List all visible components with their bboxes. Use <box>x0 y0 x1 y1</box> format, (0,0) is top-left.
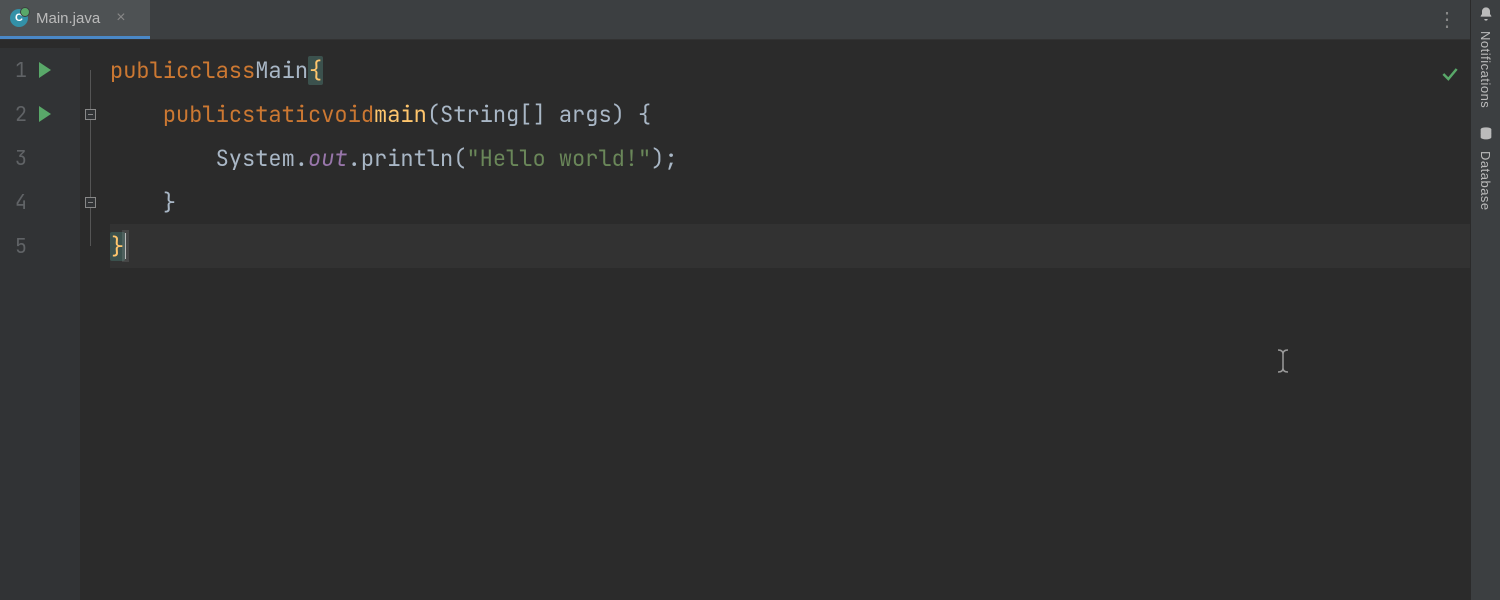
code-line-3[interactable]: System.out.println("Hello world!"); <box>110 136 1470 180</box>
database-label: Database <box>1478 151 1493 211</box>
java-class-icon: C <box>10 9 28 27</box>
notifications-tool[interactable]: Notifications <box>1478 6 1494 108</box>
code-line-2[interactable]: public static void main(String[] args) { <box>110 92 1470 136</box>
bell-icon <box>1478 6 1494 27</box>
editor[interactable]: 1 2 3 4 5 public class M <box>0 40 1470 600</box>
fold-collapse-icon[interactable] <box>85 197 96 208</box>
run-icon[interactable] <box>39 106 51 122</box>
line-number: 3 <box>15 145 27 171</box>
notifications-label: Notifications <box>1478 31 1493 108</box>
line-number: 4 <box>15 189 27 215</box>
gutter-line-5[interactable]: 5 <box>0 224 80 268</box>
tabs-overflow-menu-icon[interactable]: ⋮ <box>1425 0 1470 39</box>
tabs-bar: C Main.java × ⋮ <box>0 0 1470 40</box>
text-cursor-icon <box>1275 348 1291 381</box>
fold-collapse-icon[interactable] <box>85 109 96 120</box>
right-tool-sidebar: Notifications Database <box>1470 0 1500 600</box>
code-line-4[interactable]: } <box>110 180 1470 224</box>
tabs-spacer <box>150 0 1425 39</box>
gutter-line-3[interactable]: 3 <box>0 136 80 180</box>
gutter-line-2[interactable]: 2 <box>0 92 80 136</box>
line-number: 2 <box>15 101 27 127</box>
line-gutter[interactable]: 1 2 3 4 5 <box>0 48 80 600</box>
line-number: 1 <box>15 57 27 83</box>
code-area[interactable]: public class Main { public static void m… <box>100 48 1470 600</box>
caret-icon <box>125 233 126 259</box>
code-line-1[interactable]: public class Main { <box>110 48 1470 92</box>
gutter-line-4[interactable]: 4 <box>0 180 80 224</box>
code-line-5[interactable]: } <box>110 224 1470 268</box>
close-tab-icon[interactable]: × <box>112 9 129 27</box>
database-tool[interactable]: Database <box>1478 126 1494 211</box>
main-area: C Main.java × ⋮ 1 2 3 4 5 <box>0 0 1470 600</box>
line-number: 5 <box>15 233 27 259</box>
tab-filename: Main.java <box>36 10 100 27</box>
run-icon[interactable] <box>39 62 51 78</box>
database-icon <box>1478 126 1494 147</box>
gutter-line-1[interactable]: 1 <box>0 48 80 92</box>
file-tab[interactable]: C Main.java × <box>0 0 150 39</box>
fold-gutter[interactable] <box>80 48 100 600</box>
inspection-ok-icon[interactable] <box>1440 62 1460 91</box>
